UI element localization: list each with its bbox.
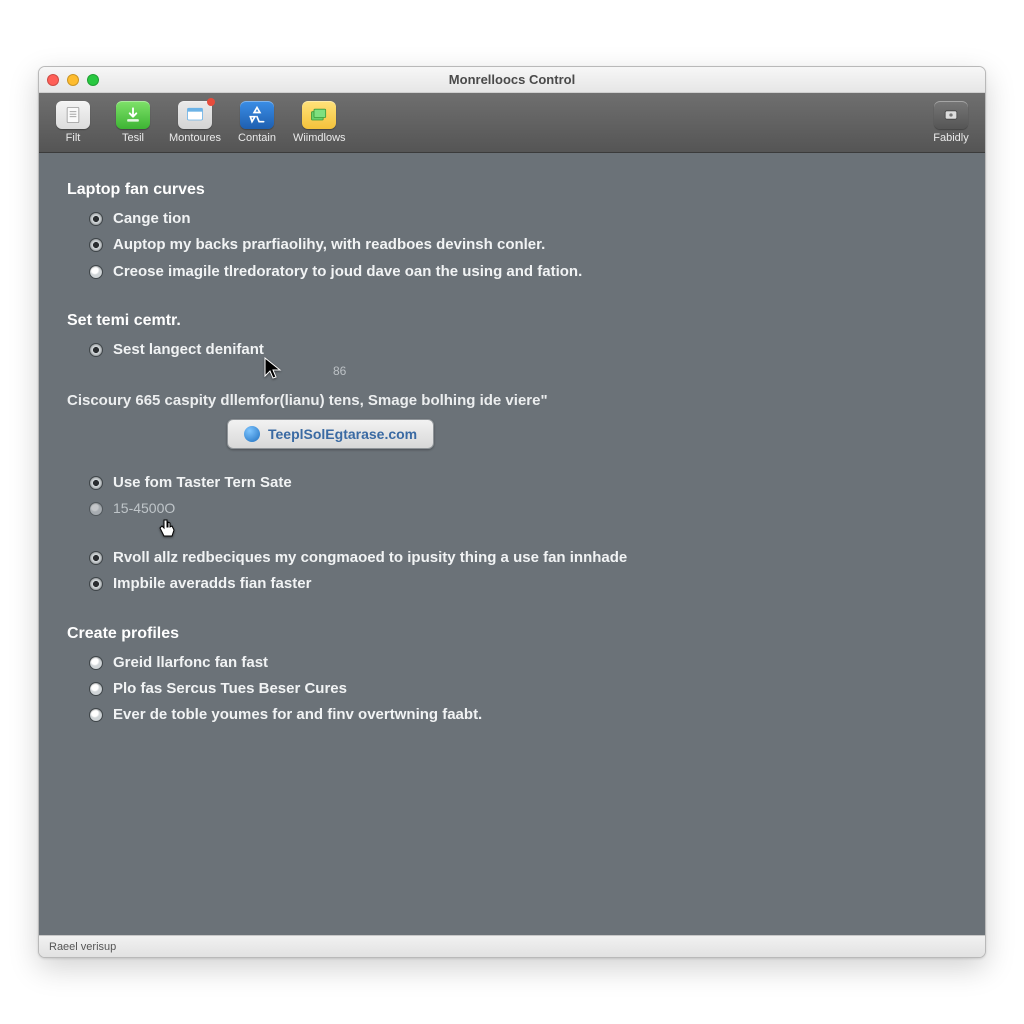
radio-option-impbile[interactable]: Impbile averadds fian faster <box>89 574 957 594</box>
toolbar-label: Montoures <box>169 132 221 144</box>
document-icon <box>56 101 90 129</box>
radio-icon <box>89 476 103 490</box>
radio-option-creose-imagile[interactable]: Creose imagile tlredoratory to joud dave… <box>89 262 957 282</box>
appstore-icon <box>240 101 274 129</box>
titlebar: Monrelloocs Control <box>39 67 985 93</box>
toolbar-button-contain[interactable]: Contain <box>233 101 281 144</box>
radio-icon <box>89 238 103 252</box>
toolbar-button-wiimdlows[interactable]: Wiimdlows <box>293 101 346 144</box>
toolbar-button-fabidly[interactable]: Fabidly <box>927 101 975 144</box>
close-window-button[interactable] <box>47 74 59 86</box>
window-title: Monrelloocs Control <box>39 72 985 87</box>
traffic-lights <box>47 74 99 86</box>
radio-option-ever-de-toble[interactable]: Ever de toble youmes for and finv overtw… <box>89 705 957 725</box>
radio-icon <box>89 682 103 696</box>
option-label: Rvoll allz redbeciques my congmaoed to i… <box>113 548 627 568</box>
toolbar-button-tesil[interactable]: Tesil <box>109 101 157 144</box>
radio-option-use-fom[interactable]: Use fom Taster Tern Sate <box>89 473 957 493</box>
option-label: Greid llarfonc fan fast <box>113 653 268 673</box>
option-label: Use fom Taster Tern Sate <box>113 473 292 493</box>
radio-icon <box>89 656 103 670</box>
toolbar-label: Contain <box>238 132 276 144</box>
option-label: Creose imagile tlredoratory to joud dave… <box>113 262 582 282</box>
arrow-cursor-icon <box>264 357 284 385</box>
radio-icon <box>89 551 103 565</box>
ciscoury-description: Ciscoury 665 caspity dllemfor(lianu) ten… <box>67 392 957 409</box>
radio-option-15-4500[interactable]: 15-4500O <box>89 499 957 518</box>
teeplsol-link-button[interactable]: TeeplSolEgtarase.com <box>227 419 434 449</box>
radio-option-greid[interactable]: Greid llarfonc fan fast <box>89 653 957 673</box>
radio-icon <box>89 577 103 591</box>
content-pane: Laptop fan curves Cange tion Auptop my b… <box>39 153 985 935</box>
toolbar-label: Tesil <box>122 132 144 144</box>
section-title-set-temp: Set temi cemtr. <box>67 312 957 330</box>
option-label: Auptop my backs prarfiaolihy, with readb… <box>113 235 545 255</box>
zoom-window-button[interactable] <box>87 74 99 86</box>
option-label: Impbile averadds fian faster <box>113 574 311 594</box>
radio-option-auptop-backs[interactable]: Auptop my backs prarfiaolihy, with readb… <box>89 235 957 255</box>
radio-option-plo-fas[interactable]: Plo fas Sercus Tues Beser Cures <box>89 679 957 699</box>
section-title-fan-curves: Laptop fan curves <box>67 181 957 199</box>
radio-icon <box>89 212 103 226</box>
status-text: Raeel verisup <box>49 941 116 953</box>
radio-icon <box>89 265 103 279</box>
section-title-profiles: Create profiles <box>67 625 957 643</box>
option-label: Plo fas Sercus Tues Beser Cures <box>113 679 347 699</box>
radio-option-cange-tion[interactable]: Cange tion <box>89 209 957 229</box>
radio-icon <box>89 343 103 357</box>
toolbar: Filt Tesil Montoures Contain Wiimdlows <box>39 93 985 153</box>
status-bar: Raeel verisup <box>39 935 985 957</box>
option-label: Sest langect denifant <box>113 340 264 360</box>
radio-option-sest-langect[interactable]: Sest langect denifant <box>89 340 957 360</box>
toolbar-button-montoures[interactable]: Montoures <box>169 101 221 144</box>
drive-icon <box>934 101 968 129</box>
link-button-label: TeeplSolEgtarase.com <box>268 426 417 442</box>
minimize-window-button[interactable] <box>67 74 79 86</box>
option-label: Ever de toble youmes for and finv overtw… <box>113 705 482 725</box>
app-window: Monrelloocs Control Filt Tesil Montoures <box>38 66 986 958</box>
option-label: 15-4500O <box>113 499 175 518</box>
toolbar-label: Fabidly <box>933 132 968 144</box>
globe-icon <box>244 426 260 442</box>
radio-option-rvoll-allz[interactable]: Rvoll allz redbeciques my congmaoed to i… <box>89 548 649 568</box>
toolbar-label: Filt <box>66 132 81 144</box>
sub-value: 86 <box>333 364 957 378</box>
download-icon <box>116 101 150 129</box>
radio-icon <box>89 708 103 722</box>
toolbar-label: Wiimdlows <box>293 132 346 144</box>
option-label: Cange tion <box>113 209 191 229</box>
folders-icon <box>302 101 336 129</box>
toolbar-button-filt[interactable]: Filt <box>49 101 97 144</box>
browser-icon <box>178 101 212 129</box>
radio-icon <box>89 502 103 516</box>
